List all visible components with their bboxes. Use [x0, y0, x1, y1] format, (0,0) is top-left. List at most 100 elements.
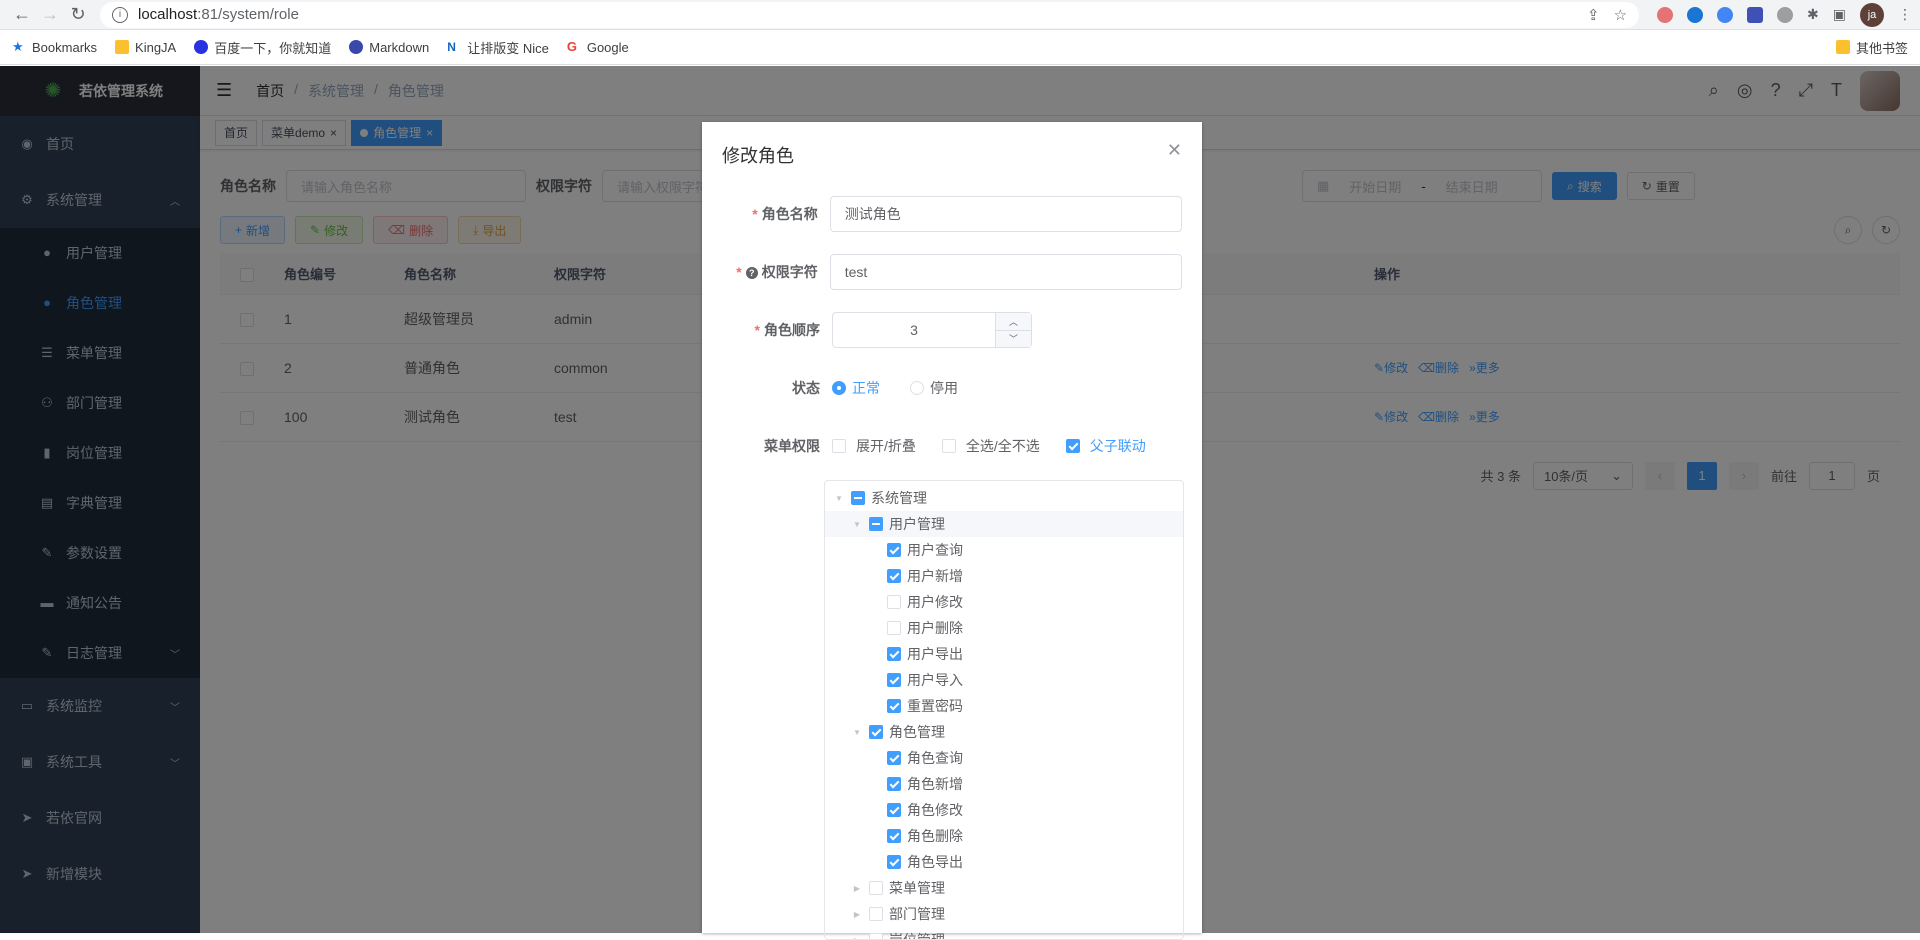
profile-avatar[interactable]: ja: [1860, 3, 1884, 27]
bookmark-other[interactable]: 其他书签: [1836, 38, 1908, 57]
caret-down-icon[interactable]: ▼: [851, 520, 863, 529]
question-icon[interactable]: ?: [746, 267, 758, 279]
tree-node-label: 用户修改: [907, 592, 963, 612]
status-disabled-radio[interactable]: 停用: [910, 378, 958, 398]
tree-node[interactable]: 用户删除: [825, 615, 1183, 641]
tree-node-label: 用户查询: [907, 540, 963, 560]
extension-icon[interactable]: [1717, 7, 1733, 23]
tree-node-label: 角色修改: [907, 800, 963, 820]
tree-checkbox[interactable]: [887, 699, 901, 713]
tree-checkbox[interactable]: [887, 777, 901, 791]
tree-node[interactable]: 角色修改: [825, 797, 1183, 823]
order-stepper[interactable]: 3 ︿﹀: [832, 312, 1032, 348]
tree-node[interactable]: 角色新增: [825, 771, 1183, 797]
share-icon[interactable]: ⇪: [1587, 6, 1600, 24]
tree-node[interactable]: ▼ 角色管理: [825, 719, 1183, 745]
tree-node[interactable]: ▼用户管理: [825, 511, 1183, 537]
radio-icon: [910, 381, 924, 395]
tree-checkbox[interactable]: [887, 855, 901, 869]
tree-checkbox[interactable]: [887, 621, 901, 635]
address-bar[interactable]: i localhost:81/system/role ⇪ ☆: [100, 2, 1639, 28]
tree-checkbox[interactable]: [887, 569, 901, 583]
tree-node-label: 角色新增: [907, 774, 963, 794]
tree-checkbox[interactable]: [887, 647, 901, 661]
bookmark-item[interactable]: Markdown: [349, 40, 429, 55]
caret-right-icon[interactable]: ▶: [851, 910, 863, 919]
extension-icon[interactable]: [1657, 7, 1673, 23]
tree-checkbox[interactable]: [869, 907, 883, 921]
kebab-menu-icon[interactable]: ⋮: [1898, 6, 1912, 23]
tree-checkbox[interactable]: [869, 933, 883, 940]
tree-node[interactable]: 用户查询: [825, 537, 1183, 563]
caret-down-icon[interactable]: ▼: [851, 728, 863, 737]
tree-checkbox[interactable]: [887, 751, 901, 765]
tree-checkbox[interactable]: [851, 491, 865, 505]
edit-role-dialog: 修改角色 ✕ *角色名称 测试角色 *?权限字符 test *角色顺序 3 ︿﹀…: [702, 122, 1202, 933]
translate-icon[interactable]: [1747, 7, 1763, 23]
url-host: localhost: [138, 6, 197, 23]
menu-permission-tree: ▼系统管理▼用户管理用户查询用户新增用户修改用户删除用户导出用户导入重置密码 ▼ 角…: [824, 480, 1184, 940]
tree-node-label: 菜单管理: [889, 878, 945, 898]
tree-checkbox[interactable]: [887, 829, 901, 843]
tree-node[interactable]: 重置密码: [825, 693, 1183, 719]
star-icon[interactable]: ☆: [1614, 6, 1627, 24]
caret-right-icon[interactable]: ▶: [851, 884, 863, 893]
extension-icon[interactable]: [1687, 7, 1703, 23]
extension-icon[interactable]: [1777, 7, 1793, 23]
form-row-menu-perm: 菜单权限 展开/折叠 全选/全不选 父子联动: [722, 428, 1182, 464]
bookmark-item[interactable]: N让排版变 Nice: [447, 38, 549, 57]
tree-node-label: 岗位管理: [889, 930, 945, 940]
tree-node[interactable]: 角色查询: [825, 745, 1183, 771]
expand-collapse-checkbox[interactable]: 展开/折叠: [832, 436, 916, 456]
select-all-tree-checkbox[interactable]: 全选/全不选: [942, 436, 1040, 456]
url-path: :81/system/role: [197, 6, 299, 23]
back-icon[interactable]: ←: [8, 1, 36, 29]
bookmark-item[interactable]: ★Bookmarks: [12, 40, 97, 55]
star-icon: ★: [12, 40, 26, 54]
bookmark-item[interactable]: KingJA: [115, 40, 176, 55]
info-icon[interactable]: i: [112, 7, 128, 23]
forward-icon[interactable]: →: [36, 1, 64, 29]
tree-node[interactable]: 用户修改: [825, 589, 1183, 615]
tree-node[interactable]: 用户新增: [825, 563, 1183, 589]
close-icon[interactable]: ✕: [1167, 140, 1182, 161]
tree-node[interactable]: ▶ 菜单管理: [825, 875, 1183, 901]
tree-node[interactable]: ▶部门管理: [825, 901, 1183, 927]
tree-checkbox[interactable]: [887, 595, 901, 609]
tree-checkbox[interactable]: [887, 673, 901, 687]
tree-node[interactable]: ▼系统管理: [825, 485, 1183, 511]
reload-icon[interactable]: ↻: [64, 1, 92, 29]
form-row-perm: *?权限字符 test: [722, 254, 1182, 290]
increment-icon[interactable]: ︿: [996, 313, 1031, 331]
tree-node-label: 角色管理: [889, 722, 945, 742]
bookmark-item[interactable]: 百度一下，你就知道: [194, 38, 331, 57]
baidu-icon: [194, 40, 208, 54]
tree-checkbox[interactable]: [869, 881, 883, 895]
checkbox-icon: [942, 439, 956, 453]
tree-node[interactable]: ▶ 岗位管理: [825, 927, 1183, 940]
puzzle-icon[interactable]: ✱: [1807, 6, 1819, 23]
linkage-checkbox[interactable]: 父子联动: [1066, 436, 1146, 456]
perm-input[interactable]: test: [830, 254, 1182, 290]
status-normal-radio[interactable]: 正常: [832, 378, 880, 398]
form-row-role-name: *角色名称 测试角色: [722, 196, 1182, 232]
caret-down-icon[interactable]: ▼: [833, 494, 845, 503]
order-value[interactable]: 3: [833, 313, 995, 347]
tree-node[interactable]: 角色导出: [825, 849, 1183, 875]
role-name-input[interactable]: 测试角色: [830, 196, 1182, 232]
browser-toolbar: ← → ↻ i localhost:81/system/role ⇪ ☆ ✱ ▣…: [0, 0, 1920, 30]
tree-node[interactable]: 用户导出: [825, 641, 1183, 667]
caret-right-icon[interactable]: ▶: [851, 936, 863, 940]
tree-checkbox[interactable]: [887, 543, 901, 557]
sidepanel-icon[interactable]: ▣: [1833, 6, 1846, 23]
tree-node-label: 用户删除: [907, 618, 963, 638]
tree-checkbox[interactable]: [869, 517, 883, 531]
form-row-order: *角色顺序 3 ︿﹀: [722, 312, 1182, 348]
bookmark-item[interactable]: GGoogle: [567, 40, 629, 55]
tree-node[interactable]: 角色删除: [825, 823, 1183, 849]
decrement-icon[interactable]: ﹀: [996, 331, 1031, 348]
tree-checkbox[interactable]: [887, 803, 901, 817]
tree-node-label: 角色删除: [907, 826, 963, 846]
tree-checkbox[interactable]: [869, 725, 883, 739]
tree-node[interactable]: 用户导入: [825, 667, 1183, 693]
